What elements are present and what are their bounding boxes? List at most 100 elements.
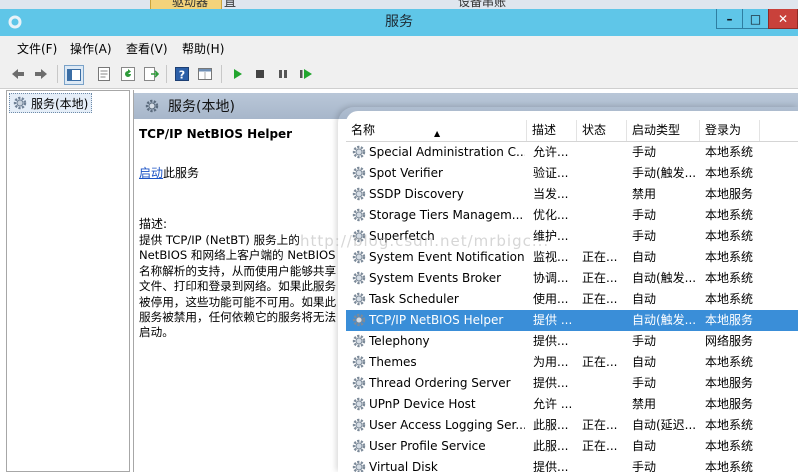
service-gear-icon — [351, 354, 367, 370]
service-name-cell: UPnP Device Host — [369, 397, 476, 411]
start-service-link[interactable]: 启动 — [139, 166, 163, 180]
properties-icon[interactable] — [95, 65, 113, 83]
service-startup-type-cell: 自动 — [632, 355, 657, 369]
service-status-cell — [582, 226, 626, 247]
column-header-name[interactable]: 名称 ▲ — [346, 120, 527, 141]
service-name-cell: SSDP Discovery — [369, 187, 464, 201]
service-row[interactable]: Themes 为用... 正在... 自动 本地系统 — [346, 352, 798, 373]
service-gear-icon — [351, 333, 367, 349]
service-name-cell: System Event Notification... — [369, 250, 525, 264]
service-description-cell: 允许 ... — [533, 397, 573, 411]
export-list-icon[interactable] — [142, 65, 160, 83]
service-startup-type-cell: 禁用 — [632, 187, 657, 201]
service-startup-type-cell: 手动 — [632, 145, 657, 159]
forward-arrow-icon[interactable] — [32, 65, 50, 83]
service-row[interactable]: Telephony 提供... 手动 网络服务 — [346, 331, 798, 352]
service-status-cell: 正在... — [582, 439, 618, 453]
service-startup-type-cell: 手动 — [632, 208, 657, 222]
stop-service-icon[interactable] — [251, 65, 269, 83]
service-gear-icon — [351, 312, 367, 328]
service-status-cell — [582, 373, 626, 394]
service-row[interactable]: System Event Notification... 监视... 正在... 自动… — [346, 247, 798, 268]
service-status-cell: 正在... — [582, 271, 618, 285]
minimize-button[interactable]: – — [716, 9, 743, 29]
service-name-cell: Storage Tiers Managem... — [369, 208, 524, 222]
start-service-icon[interactable] — [228, 65, 246, 83]
service-row[interactable]: SSDP Discovery 当发... 禁用 本地服务 — [346, 184, 798, 205]
service-row[interactable]: User Access Logging Ser... 此服... 正在... 自动(延… — [346, 415, 798, 436]
start-service-line: 启动此服务 — [139, 164, 199, 181]
menu-help[interactable]: 帮助(H) — [182, 40, 224, 57]
tree-item-services-local[interactable]: 服务(本地) — [9, 93, 93, 113]
service-name-cell: Thread Ordering Server — [369, 376, 511, 390]
toolbar-separator — [57, 65, 58, 83]
service-description-cell: 当发... — [533, 187, 569, 201]
help-icon[interactable]: ? — [173, 65, 191, 83]
service-gear-icon — [351, 417, 367, 433]
column-header-description[interactable]: 描述 — [527, 120, 577, 141]
toolbar-separator — [166, 65, 167, 83]
menu-action[interactable]: 操作(A) — [70, 40, 112, 57]
description-label: 描述: — [139, 217, 168, 231]
service-logon-cell: 本地服务 — [705, 187, 754, 201]
service-logon-cell: 本地系统 — [705, 439, 754, 453]
pane-header-title: 服务(本地) — [168, 99, 235, 115]
pause-service-icon[interactable] — [274, 65, 292, 83]
menu-file[interactable]: 文件(F) — [17, 40, 57, 57]
service-startup-type-cell: 手动 — [632, 460, 657, 472]
tree-item-label: 服务(本地) — [31, 96, 89, 111]
service-status-cell: 正在... — [582, 292, 618, 306]
back-arrow-icon[interactable] — [9, 65, 27, 83]
service-row[interactable]: Virtual Disk 提供... 手动 本地系统 — [346, 457, 798, 472]
service-startup-type-cell: 禁用 — [632, 397, 657, 411]
service-name-cell: Spot Verifier — [369, 166, 443, 180]
refresh-icon[interactable] — [119, 65, 137, 83]
service-description-cell: 允许... — [533, 145, 569, 159]
console-view-icon[interactable] — [196, 65, 214, 83]
close-button[interactable]: ✕ — [768, 9, 798, 29]
service-status-cell: 正在... — [582, 355, 618, 369]
service-status-cell — [582, 163, 626, 184]
menu-bar: 文件(F) 操作(A) 查看(V) 帮助(H) — [0, 36, 798, 60]
service-logon-cell: 本地系统 — [705, 418, 754, 432]
service-startup-type-cell: 自动 — [632, 292, 657, 306]
service-logon-cell: 本地系统 — [705, 166, 754, 180]
service-row[interactable]: Spot Verifier 验证... 手动(触发... 本地系统 — [346, 163, 798, 184]
service-name-cell: Telephony — [369, 334, 430, 348]
column-header-status[interactable]: 状态 — [577, 120, 627, 141]
restart-service-icon[interactable] — [297, 65, 315, 83]
service-logon-cell: 本地服务 — [705, 376, 754, 390]
window-title: 服务 — [385, 14, 413, 30]
column-header-startup-type[interactable]: 启动类型 — [627, 120, 700, 141]
services-list[interactable]: 名称 ▲ 描述 状态 启动类型 登录为 Special Administratio… — [346, 111, 798, 472]
service-row-selected[interactable]: TCP/IP NetBIOS Helper 提供 ... 自动(触发... 本地服务 — [346, 310, 798, 331]
service-logon-cell: 本地系统 — [705, 292, 754, 306]
service-startup-type-cell: 手动 — [632, 229, 657, 243]
column-header-log-on-as[interactable]: 登录为 — [700, 120, 760, 141]
service-gear-icon — [351, 144, 367, 160]
service-row[interactable]: Special Administration C... 允许... 手动 本地系统 — [346, 142, 798, 163]
list-header: 名称 ▲ 描述 状态 启动类型 登录为 — [346, 120, 798, 142]
service-name-cell: Task Scheduler — [369, 292, 459, 306]
service-description-cell: 协调... — [533, 271, 569, 285]
service-row[interactable]: System Events Broker 协调... 正在... 自动(触发... 本地… — [346, 268, 798, 289]
title-bar[interactable]: 服务 – □ ✕ — [0, 9, 798, 36]
service-startup-type-cell: 自动 — [632, 439, 657, 453]
maximize-button[interactable]: □ — [742, 9, 769, 29]
service-startup-type-cell: 手动(触发... — [632, 166, 697, 180]
service-row[interactable]: Thread Ordering Server 提供... 手动 本地服务 — [346, 373, 798, 394]
show-hide-tree-icon[interactable] — [64, 65, 84, 85]
list-rows: Special Administration C... 允许... 手动 本地系统 Sp… — [346, 142, 798, 472]
service-gear-icon — [351, 186, 367, 202]
menu-view[interactable]: 查看(V) — [126, 40, 168, 57]
service-row[interactable]: UPnP Device Host 允许 ... 禁用 本地服务 — [346, 394, 798, 415]
service-row[interactable]: User Profile Service 此服... 正在... 自动 本地系统 — [346, 436, 798, 457]
sort-ascending-icon: ▲ — [434, 129, 441, 138]
service-status-cell — [582, 394, 626, 415]
service-status-cell — [582, 205, 626, 226]
service-gear-icon — [351, 207, 367, 223]
service-row[interactable]: Storage Tiers Managem... 优化... 手动 本地系统 — [346, 205, 798, 226]
selected-service-name: TCP/IP NetBIOS Helper — [139, 127, 293, 141]
service-status-cell: 正在... — [582, 418, 618, 432]
service-row[interactable]: Task Scheduler 使用... 正在... 自动 本地系统 — [346, 289, 798, 310]
